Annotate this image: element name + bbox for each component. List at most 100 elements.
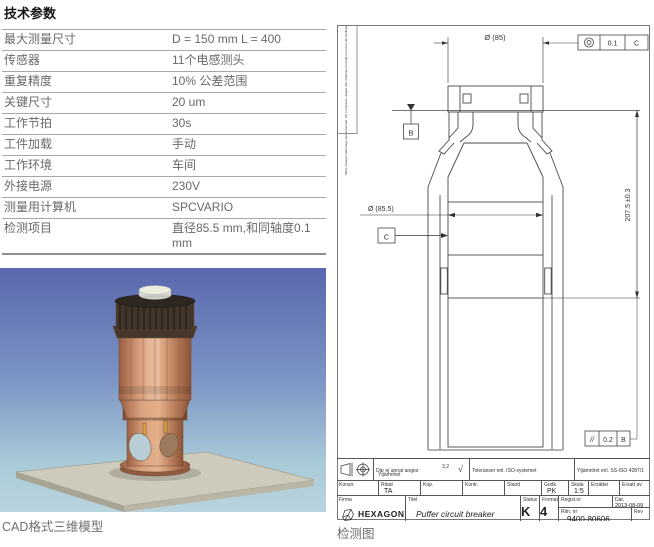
firma-cell: Firma HEXAGON METROLOGY [337,496,406,521]
fcf-top-value: 0.1 [608,41,618,48]
page: 技术参数 最大测量尺寸D = 150 mm L = 400 传感器11个电感测头… [0,0,654,547]
first-angle-projection-icon [337,459,372,480]
top-cap [139,286,171,300]
concentricity-icon [585,38,594,47]
spec-value: 10% 公差范围 [170,72,326,93]
brand-name: HEXAGON [358,509,404,519]
hexagon-logo-icon [341,508,355,521]
table-row: 传感器11个电感测头 [2,51,326,72]
fcf-parallelism: // 0.2 B [585,431,630,446]
ersatter-cell: Ersätter [589,481,620,496]
spec-label: 外接电源 [2,177,170,198]
spec-label: 关键尺寸 [2,93,170,114]
spec-value: 直径85.5 mm,和同轴度0.1 mm [170,219,326,255]
rev-cell: Rev [632,508,650,521]
table-row: 关键尺寸20 um [2,93,326,114]
drawing-title: Puffer circuit breaker [406,503,520,519]
table-row: 检测项目直径85.5 mm,和同轴度0.1 mm [2,219,326,255]
godk-value: PK [542,488,568,496]
cad-model-render [0,268,326,512]
dim-height: 207.5 ±0.3 [543,111,640,440]
tolerance-notes-cell: Toleranser enl. ISO-systemet Måttavvikel… [470,459,575,481]
table-row: 外接电源230V [2,177,326,198]
spec-label: 传感器 [2,51,170,72]
format-value: 4 [540,504,547,519]
ritn-cell: Ritn. nr9400-80606 [559,508,632,521]
dim-dia-mid: Ø (85.5) [360,206,543,217]
gold-pin [143,423,146,435]
ersatt-av-cell: Ersatt av [620,481,650,496]
spec-label: 测量用计算机 [2,198,170,219]
konstr-cell: Konstr. [337,481,379,496]
spec-value: 车间 [170,156,326,177]
dim-dia-mid-label: Ø (85.5) [368,206,394,213]
drawing-caption: 检测图 [337,523,375,542]
table-row: 工件加载手动 [2,135,326,156]
spec-value: 20 um [170,93,326,114]
regist-cell: Regist.nr [559,496,613,508]
gold-pin [164,421,167,433]
hexagon-logo: HEXAGON METROLOGY [341,504,404,521]
spec-value: 11个电感测头 [170,51,326,72]
datum-b-label: B [408,129,413,138]
drawing-sheet: Tillhör Hexagon Metrology med ensamrätt.… [337,25,650,520]
kop-cell: Kop. [421,481,463,496]
spec-table-title: 技术参数 [4,3,326,22]
godk-cell: Godk.PK [542,481,569,496]
surface-roughness-icon: √ [458,464,463,474]
stand-cell: Stand [505,481,542,496]
spec-label: 检测项目 [2,219,170,255]
dat-cell: Dat.2013-08-09 [613,496,650,508]
table-row: 工作节拍30s [2,114,326,135]
ritad-value: TA [379,488,420,496]
engineering-drawing: Tillhör Hexagon Metrology med ensamrätt.… [337,25,650,520]
projection-symbol-cell [337,459,374,481]
fcf-bottom-datum: B [621,437,626,444]
skala-cell: Skala1:5 [569,481,589,496]
datum-c: C [378,228,448,243]
dim-dia-top-label: Ø (85) [484,33,506,42]
datum-triangle-icon [407,104,415,111]
table-row: 工作环境车间 [2,156,326,177]
title-block: Där ej annat anges: Ytjämnhet 3,2 √ Tole… [337,458,650,521]
drawing-number: 9400-80606 [559,515,631,521]
datum-c-label: C [384,233,390,242]
table-row: 测量用计算机SPCVARIO [2,198,326,219]
table-row: 最大测量尺寸D = 150 mm L = 400 [2,30,326,51]
ritad-cell: RitadTA [379,481,421,496]
spec-label: 最大测量尺寸 [2,30,170,51]
dim-height-label: 207.5 ±0.3 [625,188,632,221]
general-notes-cell: Där ej annat anges: Ytjämnhet 3,2 √ [374,459,470,481]
status-cell: StatusK [521,496,540,521]
spec-table-section: 技术参数 最大测量尺寸D = 150 mm L = 400 传感器11个电感测头… [2,3,326,255]
surface-notes-cell: Ytjämnhet enl. SS-ISO 4287/1 Skarpa kant… [575,459,650,481]
spec-label: 重复精度 [2,72,170,93]
datum-b: B [404,104,419,139]
fcf-bottom-value: 0.2 [603,437,613,444]
cad-model-image [0,268,326,512]
spec-value: 30s [170,114,326,135]
titel-cell: Titel Puffer circuit breaker [406,496,521,521]
dim-dia-top [434,37,578,83]
kontr-cell: Kontr. [463,481,505,496]
format-cell: Format4 [540,496,559,521]
side-note-text: Tillhör Hexagon Metrology med ensamrätt.… [344,25,348,176]
datum-arrow-icon [441,233,448,238]
spec-value: D = 150 mm L = 400 [170,30,326,51]
part-outline [428,86,563,450]
side-note-strip: Tillhör Hexagon Metrology med ensamrätt.… [338,25,358,176]
ytjamnhet-label: Ytjämnhet [376,471,403,479]
spec-value: 手动 [170,135,326,156]
roughness-value: 3,2 [440,463,451,471]
spec-value: 230V [170,177,326,198]
cad-caption: CAD格式三维模型 [2,516,103,535]
status-value: K [521,504,530,519]
spec-table: 最大测量尺寸D = 150 mm L = 400 传感器11个电感测头 重复精度… [2,29,326,255]
fcf-top-datum: C [634,41,639,48]
spec-value: SPCVARIO [170,198,326,219]
spec-label: 工作节拍 [2,114,170,135]
spec-label: 工作环境 [2,156,170,177]
surface-note-1: Ytjämnhet enl. SS-ISO 4287/1 [575,467,646,475]
tolerance-note-1: Toleranser enl. ISO-systemet [470,467,538,475]
spec-label: 工件加载 [2,135,170,156]
